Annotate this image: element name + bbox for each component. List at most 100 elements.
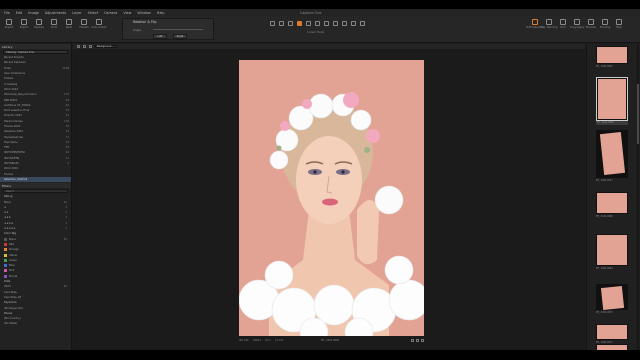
image-viewer[interactable]: Background ISO 100 1/160 s f/7.1 77 mm P… [73,44,585,350]
import-icon [6,19,12,25]
viewer-single-icon[interactable] [83,45,86,48]
library-item-label: Harem Damas [4,119,23,123]
app-window: File Edit Image Adjustments Layer Select… [0,9,640,350]
menu-select[interactable]: Select [88,11,98,15]
library-item-label: ТЕБ [4,146,10,150]
gradient-tool-icon[interactable] [342,21,347,26]
grid-button[interactable]: Grid [558,19,568,29]
star-icon[interactable] [411,339,414,342]
catalog-selector[interactable]: Catalog: Capture One [3,50,68,54]
background-select[interactable]: Background [95,44,117,49]
library-item-label: Портреты [4,140,18,144]
menu-window[interactable]: Window [137,11,150,15]
library-item-count: 83 [65,146,69,150]
scrollbar-thumb[interactable] [637,84,639,144]
color-swatch [4,269,7,273]
place-filter-item[interactable]: (No State) [0,321,71,326]
picker-tool-icon[interactable] [351,21,356,26]
import-button[interactable]: Import [4,19,14,29]
loupe-tool-icon[interactable] [279,21,284,26]
redo-button[interactable]: Redo [64,19,74,29]
auto-adjust-button[interactable]: Auto Adjust [92,19,106,29]
date-filter-item-count: 63 [63,285,67,289]
thumbnail-caption: PH_ 2024.0969 [596,267,613,270]
shutter-value: 1/160 s [252,339,262,342]
file-name: PH_ 2024.0965 [321,339,340,342]
capture-button[interactable]: Capture [34,19,44,29]
menu-camera[interactable]: Camera [104,11,117,15]
main-photo[interactable] [239,60,424,336]
edit-selected-button[interactable]: Edit Selected [526,19,544,29]
library-item-label: ФОТОБАЗА [4,162,19,166]
spot-tool-icon[interactable] [315,21,320,26]
rotate-left-button[interactable]: Left [153,34,167,39]
color-swatch [4,237,7,241]
keystone-tool-icon[interactable] [306,21,311,26]
date-filter-item-label: Сентябрь 18 [4,295,22,299]
date-filter-item-label: Сентябрь [4,290,17,294]
filters-search-input[interactable]: Search [3,189,68,194]
pan-tool-icon[interactable] [270,21,275,26]
presets-button[interactable]: Presets [79,19,89,29]
thumbnail-caption: PH_ 2024.0965 [596,65,613,68]
menu-bar: File Edit Image Adjustments Layer Select… [0,9,640,16]
main-toolbar: Import Export Capture Undo Redo Presets … [0,16,640,43]
rotate-tool-icon[interactable] [297,21,302,26]
menu-layer[interactable]: Layer [72,11,81,15]
filmstrip-thumbnail[interactable]: PH_ 2024.0972 [596,344,628,350]
export-button[interactable]: Export [19,19,29,29]
library-item-count: 42 [65,114,69,118]
portrait-image [239,60,424,336]
thumbnail-image [596,46,628,64]
eraser-tool-icon[interactable] [333,21,338,26]
rotate-right-button[interactable]: Right [173,34,187,39]
thumbnail-image [596,234,628,266]
date-list: 2023 63 Сентябрь Сентябрь 18 [0,284,71,300]
filmstrip-thumbnail[interactable]: PH_ 2024.0971 [596,324,628,344]
preview-button[interactable]: Preview [586,19,596,29]
color-tag-filter-item-label: Yellow [9,253,17,257]
viewer-compare-icon[interactable] [89,45,92,48]
filmstrip-scrollbar[interactable] [637,44,639,350]
thumbnail-image [596,284,628,310]
library-item[interactable]: Selection_Studio4 [0,176,71,183]
menu-view[interactable]: View [123,11,131,15]
menu-help[interactable]: Help [157,11,165,15]
filmstrip-thumbnail[interactable]: PH_ 2024.0967 [596,130,628,182]
info-icon[interactable] [421,339,424,342]
toolbar-right-group: Edit Selected Exp. Warning Grid Copy/App… [526,19,624,29]
library-item-count: 1168 [62,66,69,70]
proofing-button[interactable]: Proofing [600,19,610,29]
color-tag-icon[interactable] [416,339,419,342]
menu-edit[interactable]: Edit [16,11,23,15]
filters-header[interactable]: Filters [0,183,71,189]
filmstrip-thumbnail[interactable]: PH_ 2024.0965 [596,46,628,68]
thumbnail-image [596,77,628,121]
filmstrip-thumbnail[interactable]: PH_ 2024.0968 [596,192,628,218]
menu-adjustments[interactable]: Adjustments [45,11,66,15]
left-tool-panel: Library Catalog: Capture One Recent Impo… [0,44,72,350]
annotation-tool-icon[interactable] [360,21,365,26]
color-swatch [4,242,7,246]
exposure-warning-button[interactable]: Exp. Warning [540,19,558,29]
aperture-value: f/7.1 [265,339,271,342]
library-item-label: Folders [4,77,14,81]
help-button[interactable]: Help [614,19,624,29]
menu-image[interactable]: Image [28,11,39,15]
library-header[interactable]: Library [0,44,71,49]
copy-apply-button[interactable]: Copy/Apply [570,19,584,29]
crop-tool-icon[interactable] [288,21,293,26]
library-item-count: 102 [64,119,69,123]
brush-tool-icon[interactable] [324,21,329,26]
filmstrip-thumbnail[interactable]: PH_ 2024.0970 [596,284,628,314]
thumbnail-image [596,192,628,214]
undo-button[interactable]: Undo [49,19,59,29]
filmstrip-thumbnail[interactable]: PH_ 2024.0966 [596,77,628,125]
angle-slider[interactable] [153,29,203,30]
iso-value: ISO 100 [239,339,249,342]
filmstrip-browser: PH_ 2024.0965 PH_ 2024.0966 PH_ 2024.0967 P… [586,44,640,350]
menu-file[interactable]: File [4,11,10,15]
viewer-grid-icon[interactable] [77,45,80,48]
filmstrip-thumbnail[interactable]: PH_ 2024.0969 [596,234,628,270]
rating-filter-item-count: 1 [65,221,67,225]
